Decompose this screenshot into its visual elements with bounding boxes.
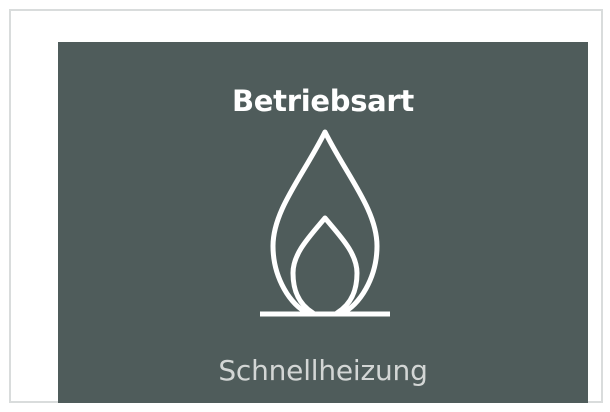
- operating-mode-tile[interactable]: Betriebsart Schnellheizung: [58, 42, 588, 403]
- tile-frame: Betriebsart Schnellheizung: [9, 9, 603, 403]
- mode-value: Schnellheizung: [218, 354, 428, 387]
- tile-title: Betriebsart: [232, 84, 414, 118]
- flame-icon: [255, 128, 395, 328]
